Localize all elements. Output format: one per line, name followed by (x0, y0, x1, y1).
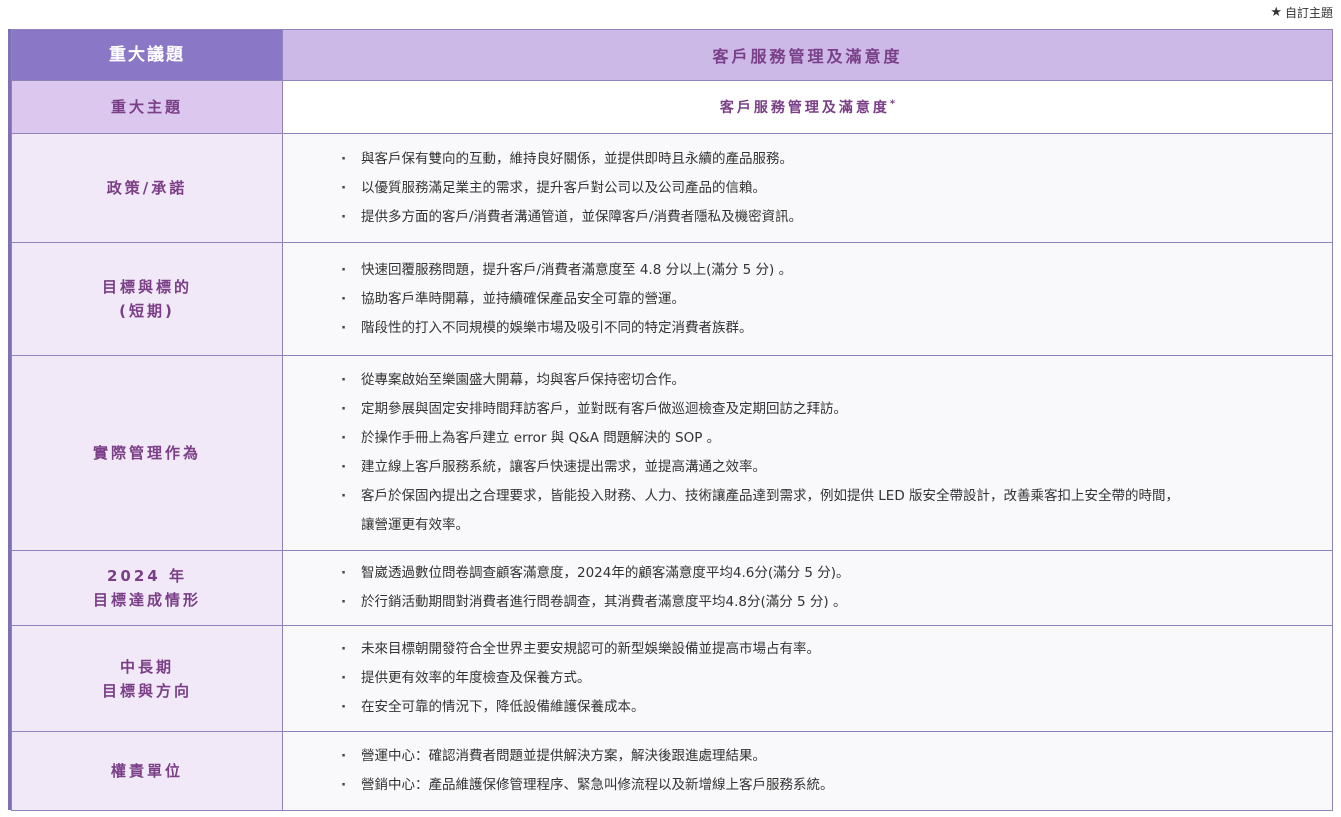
row-content-2024-results: 智崴透過數位問卷調查顧客滿意度，2024年的顧客滿意度平均4.6分(滿分 5 分… (282, 550, 1333, 626)
subheader-mark: * (889, 98, 896, 110)
list-item: 營銷中心：產品維護保修管理程序、緊急叫修流程以及新增線上客戶服務系統。 (341, 771, 1332, 800)
table-row: 權責單位 營運中心：確認消費者問題並提供解決方案，解決後跟進處理結果。 營銷中心… (11, 731, 1333, 811)
list-item: 客戶於保固內提出之合理要求，皆能投入財務、人力、技術讓產品達到需求，例如提供 L… (341, 482, 1182, 540)
list-item: 營運中心：確認消費者問題並提供解決方案，解決後跟進處理結果。 (341, 742, 1332, 771)
row-label-line: 實際管理作為 (92, 444, 201, 462)
header-label-cell: 重大議題 (11, 29, 283, 81)
bullet-list: 與客戶保有雙向的互動，維持良好關係，並提供即時且永續的產品服務。 以優質服務滿足… (283, 145, 1332, 232)
list-item: 提供多方面的客戶/消費者溝通管道，並保障客戶/消費者隱私及機密資訊。 (341, 203, 1332, 232)
row-content-policy: 與客戶保有雙向的互動，維持良好關係，並提供即時且永續的產品服務。 以優質服務滿足… (282, 133, 1333, 243)
list-item: 提供更有效率的年度檢查及保養方式。 (341, 664, 1332, 693)
row-content-short-term-goals: 快速回覆服務問題，提升客戶/消費者滿意度至 4.8 分以上(滿分 5 分) 。 … (282, 242, 1333, 356)
row-content-management-actions: 從專案啟始至樂園盛大開幕，均與客戶保持密切合作。 定期參展與固定安排時間拜訪客戶… (282, 355, 1333, 551)
row-label-line: 2024 年 (107, 567, 187, 585)
list-item: 未來目標朝開發符合全世界主要安規認可的新型娛樂設備並提高市場占有率。 (341, 635, 1332, 664)
table-header-row: 重大議題 客戶服務管理及滿意度 (11, 29, 1333, 81)
row-label-line: 政策/承諾 (106, 179, 188, 197)
row-label-line: 目標與方向 (101, 681, 192, 700)
row-label-2024-results: 2024 年 目標達成情形 (11, 550, 283, 626)
subheader-value-cell: 客戶服務管理及滿意度* (282, 80, 1333, 134)
row-content-responsible-units: 營運中心：確認消費者問題並提供解決方案，解決後跟進處理結果。 營銷中心：產品維護… (282, 731, 1333, 811)
bullet-list: 未來目標朝開發符合全世界主要安規認可的新型娛樂設備並提高市場占有率。 提供更有效… (283, 635, 1332, 722)
material-topic-table: 重大議題 客戶服務管理及滿意度 重大主題 客戶服務管理及滿意度* 政策/承諾 與… (11, 29, 1333, 811)
material-topic-table-container: 重大議題 客戶服務管理及滿意度 重大主題 客戶服務管理及滿意度* 政策/承諾 與… (8, 29, 1333, 811)
row-label-responsible-units: 權責單位 (11, 731, 283, 811)
list-item: 與客戶保有雙向的互動，維持良好關係，並提供即時且永續的產品服務。 (341, 145, 1332, 174)
bullet-list: 快速回覆服務問題，提升客戶/消費者滿意度至 4.8 分以上(滿分 5 分) 。 … (283, 256, 1332, 343)
subheader-label-cell: 重大主題 (11, 80, 283, 134)
table-row: 實際管理作為 從專案啟始至樂園盛大開幕，均與客戶保持密切合作。 定期參展與固定安… (11, 355, 1333, 551)
row-label-management-actions: 實際管理作為 (11, 355, 283, 551)
table-subheader-row: 重大主題 客戶服務管理及滿意度* (11, 80, 1333, 134)
list-item: 建立線上客戶服務系統，讓客戶快速提出需求，並提高溝通之效率。 (341, 453, 1182, 482)
custom-topic-note: ★ 自訂主題 (1270, 4, 1333, 21)
header-value-cell: 客戶服務管理及滿意度 (282, 29, 1333, 81)
list-item: 智崴透過數位問卷調查顧客滿意度，2024年的顧客滿意度平均4.6分(滿分 5 分… (341, 559, 1332, 588)
row-label-line: 目標與標的 (101, 278, 192, 296)
list-item: 定期參展與固定安排時間拜訪客戶，並對既有客戶做巡迴檢查及定期回訪之拜訪。 (341, 395, 1182, 424)
row-content-long-term-goals: 未來目標朝開發符合全世界主要安規認可的新型娛樂設備並提高市場占有率。 提供更有效… (282, 625, 1333, 732)
list-item: 從專案啟始至樂園盛大開幕，均與客戶保持密切合作。 (341, 366, 1182, 395)
star-icon: ★ (1270, 5, 1282, 20)
bullet-list: 智崴透過數位問卷調查顧客滿意度，2024年的顧客滿意度平均4.6分(滿分 5 分… (283, 559, 1332, 617)
list-item: 快速回覆服務問題，提升客戶/消費者滿意度至 4.8 分以上(滿分 5 分) 。 (341, 256, 1332, 285)
list-item: 於操作手冊上為客戶建立 error 與 Q&A 問題解決的 SOP 。 (341, 424, 1182, 453)
row-label-short-term-goals: 目標與標的 (短期) (11, 242, 283, 356)
list-item: 以優質服務滿足業主的需求，提升客戶對公司以及公司產品的信賴。 (341, 174, 1332, 203)
list-item: 在安全可靠的情況下，降低設備維護保養成本。 (341, 693, 1332, 722)
custom-topic-label: 自訂主題 (1284, 6, 1333, 20)
bullet-list: 從專案啟始至樂園盛大開幕，均與客戶保持密切合作。 定期參展與固定安排時間拜訪客戶… (283, 366, 1332, 540)
table-row: 中長期 目標與方向 未來目標朝開發符合全世界主要安規認可的新型娛樂設備並提高市場… (11, 625, 1333, 732)
row-label-long-term-goals: 中長期 目標與方向 (11, 625, 283, 732)
row-label-line: 目標達成情形 (92, 591, 201, 609)
row-label-line: 中長期 (119, 657, 174, 676)
bullet-list: 營運中心：確認消費者問題並提供解決方案，解決後跟進處理結果。 營銷中心：產品維護… (283, 742, 1332, 800)
row-label-line: 權責單位 (110, 762, 183, 780)
list-item: 於行銷活動期間對消費者進行問卷調查，其消費者滿意度平均4.8分(滿分 5 分) … (341, 588, 1332, 617)
row-label-policy: 政策/承諾 (11, 133, 283, 243)
row-label-line: (短期) (119, 302, 175, 320)
list-item: 協助客戶準時開幕，並持續確保產品安全可靠的營運。 (341, 285, 1332, 314)
subheader-value-text: 客戶服務管理及滿意度 (719, 100, 890, 116)
table-row: 政策/承諾 與客戶保有雙向的互動，維持良好關係，並提供即時且永續的產品服務。 以… (11, 133, 1333, 243)
list-item: 階段性的打入不同規模的娛樂市場及吸引不同的特定消費者族群。 (341, 314, 1332, 343)
table-row: 2024 年 目標達成情形 智崴透過數位問卷調查顧客滿意度，2024年的顧客滿意… (11, 550, 1333, 626)
table-row: 目標與標的 (短期) 快速回覆服務問題，提升客戶/消費者滿意度至 4.8 分以上… (11, 242, 1333, 356)
